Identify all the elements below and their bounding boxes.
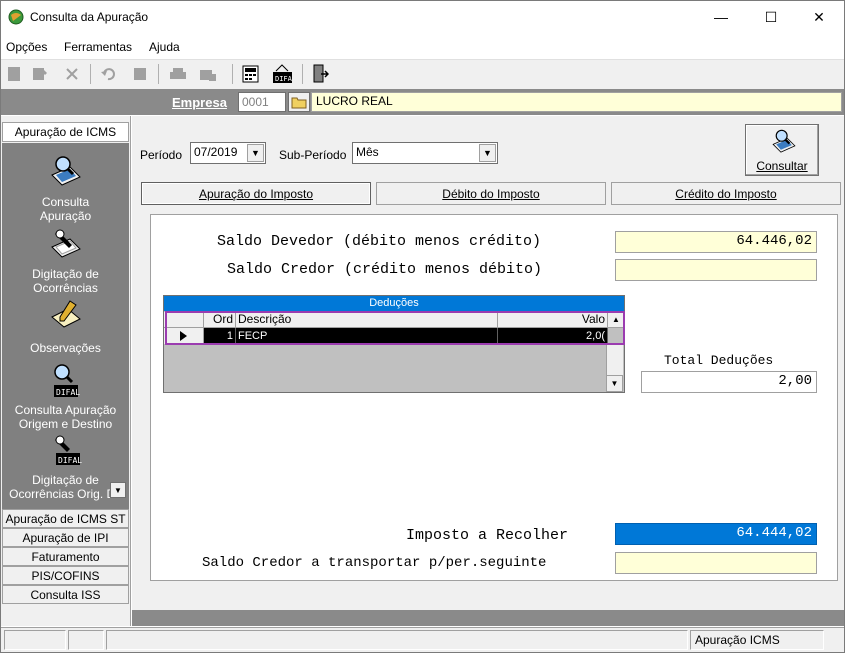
menu-opcoes[interactable]: Opções [6, 40, 47, 54]
sidebar-item-digitacao-ocorrencias[interactable]: Digitação de Ocorrências [2, 227, 129, 295]
chevron-down-icon: ▼ [610, 379, 619, 388]
saldo-transportar-value [615, 552, 817, 574]
saldo-devedor-label: Saldo Devedor (débito menos crédito) [217, 233, 542, 250]
folder-icon [291, 97, 307, 109]
empresa-code-field[interactable]: 0001 [238, 92, 286, 112]
toolbar [1, 59, 844, 89]
grid-header-ord[interactable]: Ord [204, 312, 236, 328]
subperiodo-select[interactable]: Mês [352, 142, 498, 164]
saldo-credor-value [615, 259, 817, 281]
sidebar-item-label: Consulta Apuração Origem e Destino [14, 403, 117, 431]
toolbar-separator [158, 64, 159, 84]
computer-search-icon [48, 155, 84, 189]
consultar-label: Consultar [756, 159, 808, 173]
app-globe-icon [8, 9, 24, 25]
writing-pen-icon [48, 227, 84, 261]
menu-ferramentas[interactable]: Ferramentas [64, 40, 132, 54]
toolbar-separator [302, 64, 303, 84]
undo-icon[interactable] [98, 64, 118, 84]
sidebar-item-label: Consulta Apuração [39, 195, 92, 223]
grid-scroll-up-button[interactable]: ▲ [608, 312, 624, 328]
grid-cell-valor[interactable]: 2,0( [498, 328, 608, 344]
minimize-button[interactable]: — [698, 1, 744, 33]
periodo-value: 07/2019 [194, 145, 238, 159]
empresa-label: Empresa [172, 95, 227, 110]
delete-icon[interactable] [62, 64, 82, 84]
stop-icon[interactable] [130, 64, 150, 84]
tab-apuracao-imposto[interactable]: Apuração do Imposto [141, 182, 371, 205]
maximize-button[interactable]: ☐ [748, 1, 794, 33]
grid-cell-descricao[interactable]: FECP [236, 328, 498, 344]
main-bottom-bar [132, 610, 844, 626]
periodo-label: Período [140, 148, 183, 162]
total-deducoes-label: Total Deduções [664, 353, 774, 368]
print-preview-icon[interactable] [198, 64, 218, 84]
edit-icon[interactable] [30, 64, 50, 84]
row-pointer-icon [180, 331, 187, 341]
open-folder-button[interactable] [288, 92, 310, 112]
svg-text:DIFAL: DIFAL [56, 388, 80, 397]
sidebar-panel: Consulta Apuração Digitação de Ocorrências… [2, 143, 129, 509]
sidebar-header[interactable]: Apuração de ICMS [2, 122, 129, 142]
sidebar-tab-icms-st[interactable]: Apuração de ICMS ST [2, 509, 129, 528]
toolbar-separator [90, 64, 91, 84]
difal-writing-icon: DIFAL [48, 435, 84, 469]
notepad-pen-icon [48, 299, 84, 333]
grid-header-valor[interactable]: Valo [498, 312, 608, 328]
sidebar-item-consulta-origem-destino[interactable]: DIFAL Consulta Apuração Origem e Destino [2, 363, 129, 431]
grid-header-descricao[interactable]: Descrição [236, 312, 498, 328]
sidebar-item-label: Observações [30, 341, 101, 355]
grid-scroll-down-button[interactable]: ▼ [606, 375, 623, 392]
computer-search-icon [770, 128, 798, 159]
svg-text:DIFAL: DIFAL [275, 75, 292, 83]
exit-door-icon[interactable] [310, 64, 330, 84]
saldo-credor-label: Saldo Credor (crédito menos débito) [227, 261, 543, 278]
sidebar-item-label: Digitação de Ocorrências [32, 267, 99, 295]
status-panel-module: Apuração ICMS [690, 630, 824, 650]
chevron-down-icon: ▼ [483, 148, 492, 158]
menu-ajuda[interactable]: Ajuda [149, 40, 180, 54]
toolbar-separator [232, 64, 233, 84]
imposto-recolher-value: 64.444,02 [615, 523, 817, 545]
grid-row-indicator [164, 328, 204, 344]
status-panel-2 [68, 630, 104, 650]
sidebar-tab-consulta-iss[interactable]: Consulta ISS [2, 585, 129, 604]
sidebar-tab-pis-cofins[interactable]: PIS/COFINS [2, 566, 129, 585]
deducoes-grid-title: Deduções [164, 296, 624, 311]
new-icon[interactable] [4, 64, 24, 84]
close-button[interactable]: ✕ [796, 1, 842, 33]
window-title: Consulta da Apuração [30, 10, 149, 24]
grid-cell-ord[interactable]: 1 [204, 328, 236, 344]
tab-debito-imposto[interactable]: Débito do Imposto [376, 182, 606, 205]
grid-indicator-header [164, 312, 204, 328]
sidebar-tab-ipi[interactable]: Apuração de IPI [2, 528, 129, 547]
total-deducoes-value: 2,00 [641, 371, 817, 393]
print-icon[interactable] [168, 64, 188, 84]
imposto-recolher-label: Imposto a Recolher [406, 527, 569, 544]
tab-credito-imposto[interactable]: Crédito do Imposto [611, 182, 841, 205]
sidebar-scroll-down-button[interactable]: ▼ [110, 482, 126, 498]
svg-text:DIFAL: DIFAL [58, 456, 82, 465]
difal-search-icon: DIFAL [48, 363, 84, 397]
difal-icon[interactable]: DIFAL [272, 64, 292, 84]
status-panel-1 [4, 630, 66, 650]
sidebar-item-observacoes[interactable]: Observações [2, 299, 129, 355]
saldo-transportar-label: Saldo Credor a transportar p/per.seguint… [202, 555, 547, 571]
calculator-icon[interactable] [242, 64, 262, 84]
empresa-name-field: LUCRO REAL [311, 92, 842, 112]
consultar-button[interactable]: Consultar [745, 124, 819, 176]
periodo-dropdown-button[interactable]: ▼ [247, 144, 264, 162]
sidebar-tab-faturamento[interactable]: Faturamento [2, 547, 129, 566]
subperiodo-dropdown-button[interactable]: ▼ [479, 144, 496, 162]
chevron-down-icon: ▼ [251, 148, 260, 158]
subperiodo-value: Mês [356, 145, 379, 159]
sidebar-item-consulta-apuracao[interactable]: Consulta Apuração [2, 155, 129, 223]
saldo-devedor-value: 64.446,02 [615, 231, 817, 253]
subperiodo-label: Sub-Período [279, 148, 347, 162]
status-panel-3 [106, 630, 688, 650]
